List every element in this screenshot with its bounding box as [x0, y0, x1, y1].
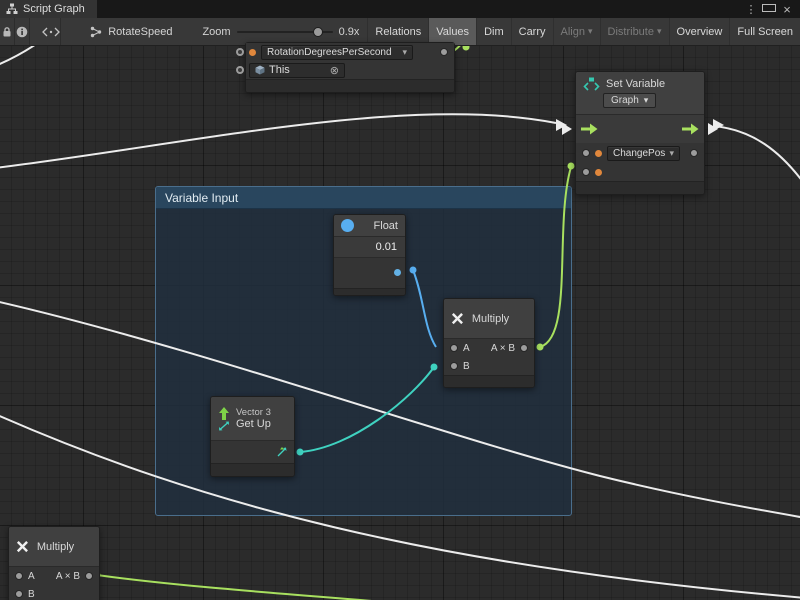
zoom-label: Zoom [202, 26, 230, 38]
chevron-down-icon: ▾ [588, 27, 593, 36]
port-output-float[interactable] [394, 269, 401, 276]
float-value[interactable]: 0.01 [334, 237, 405, 258]
clear-object-icon[interactable]: ⊗ [330, 64, 339, 77]
graph-name: RotateSpeed [108, 26, 172, 38]
graph-canvas[interactable]: Variable Input Rot [0, 46, 800, 600]
node-get-variable[interactable]: RotationDegreesPerSecond ▾ This ⊗ [245, 42, 455, 93]
port-output-value[interactable] [440, 48, 448, 56]
node-footer [444, 375, 534, 387]
port-input-b[interactable] [15, 590, 23, 598]
title-bar: Script Graph ⋮ × [0, 0, 800, 18]
wire-lime-bottom [97, 575, 430, 600]
float-icon [341, 219, 354, 232]
value-type-dot [595, 169, 602, 176]
node-footer [334, 288, 405, 295]
incoming-wire-arrowhead [562, 123, 572, 135]
port-output-vector[interactable] [276, 446, 288, 458]
graph-name-group: RotateSpeed [82, 18, 180, 45]
group-header[interactable]: Variable Input [156, 187, 571, 209]
window-menu-icon[interactable]: ⋮ [744, 3, 758, 16]
overview-button[interactable]: Overview [669, 18, 730, 45]
toolbar-buttons: Relations Values Dim Carry Align▾ Distri… [367, 18, 800, 45]
dim-button[interactable]: Dim [476, 18, 511, 45]
group-title: Variable Input [165, 191, 238, 205]
cube-icon [255, 65, 265, 75]
fullscreen-button[interactable]: Full Screen [729, 18, 800, 45]
node-footer [246, 79, 454, 92]
zoom-slider-knob[interactable] [313, 27, 323, 37]
chevron-down-icon: ▾ [657, 27, 662, 36]
node-footer [576, 181, 704, 194]
tab-script-graph[interactable]: Script Graph [0, 0, 97, 18]
node-title: Set Variable [606, 78, 665, 90]
node-float[interactable]: Float 0.01 [333, 214, 406, 296]
port-output-value[interactable] [690, 149, 698, 157]
wire-white-out-of-set-variable [714, 126, 800, 186]
node-multiply-bottom[interactable]: × Multiply A A × B B [8, 526, 100, 600]
node-get-up[interactable]: Vector 3 Get Up [210, 396, 295, 477]
flow-ports-row [576, 115, 704, 143]
variable-scope-dropdown[interactable]: Graph ▾ [603, 93, 656, 108]
zoom-slider[interactable] [237, 31, 333, 33]
distribute-button[interactable]: Distribute▾ [600, 18, 669, 45]
chevron-down-icon: ▾ [402, 48, 407, 57]
port-input[interactable] [236, 48, 244, 56]
code-graph-icon[interactable] [42, 18, 60, 45]
window-controls: ⋮ × [744, 0, 800, 18]
target-object-field[interactable]: This ⊗ [249, 63, 345, 78]
node-type-label: Vector 3 [236, 407, 271, 418]
carry-button[interactable]: Carry [511, 18, 553, 45]
node-set-variable[interactable]: Set Variable Graph ▾ ChangePos ▾ [575, 71, 705, 195]
chevron-down-icon: ▾ [669, 149, 674, 158]
node-title: Float [374, 220, 398, 232]
wire-endpoint-lime[interactable] [568, 163, 575, 170]
port-output-result[interactable] [85, 572, 93, 580]
flow-input-arrow[interactable] [581, 123, 598, 135]
align-button[interactable]: Align▾ [553, 18, 600, 45]
variable-type-dot [249, 49, 256, 56]
multiply-icon: × [16, 536, 29, 558]
info-icon[interactable] [15, 18, 30, 45]
wire-white-topleft [0, 46, 42, 66]
variable-name-dropdown[interactable]: RotationDegreesPerSecond ▾ [261, 45, 413, 60]
port-input-value[interactable] [582, 168, 590, 176]
node-title: Multiply [37, 541, 74, 553]
variable-icon [583, 77, 600, 91]
node-title: Get Up [236, 418, 271, 430]
port-input-a[interactable] [450, 344, 458, 352]
node-multiply-center[interactable]: × Multiply A A × B B [443, 298, 535, 388]
port-input-b[interactable] [450, 362, 458, 370]
script-graph-icon [6, 3, 18, 15]
variable-type-dot [595, 150, 602, 157]
port-output-result[interactable] [520, 344, 528, 352]
vector3-icon [218, 421, 230, 431]
flow-output-arrow[interactable] [682, 123, 699, 135]
node-body [334, 258, 405, 288]
relations-button[interactable]: Relations [367, 18, 428, 45]
node-footer [211, 463, 294, 476]
port-input-object[interactable] [236, 66, 244, 74]
node-title: Multiply [472, 313, 509, 325]
graph-ref-icon [90, 26, 102, 38]
wire-endpoint-lime[interactable] [463, 46, 470, 51]
outgoing-wire-arrowhead [708, 123, 718, 135]
maximize-icon[interactable] [762, 3, 776, 15]
port-input-a[interactable] [15, 572, 23, 580]
zoom-value: 0.9x [339, 26, 360, 38]
zoom-group: Zoom 0.9x [194, 18, 367, 45]
port-variable[interactable] [582, 149, 590, 157]
lock-icon[interactable] [0, 18, 15, 45]
up-arrow-icon [218, 407, 230, 420]
node-body [211, 441, 294, 463]
wire-white-into-set-variable [0, 114, 556, 168]
multiply-icon: × [451, 308, 464, 330]
close-icon[interactable]: × [780, 2, 794, 17]
values-button[interactable]: Values [428, 18, 476, 45]
tab-title: Script Graph [23, 3, 85, 15]
variable-name-dropdown[interactable]: ChangePos ▾ [607, 146, 680, 161]
chevron-down-icon: ▾ [644, 96, 649, 105]
